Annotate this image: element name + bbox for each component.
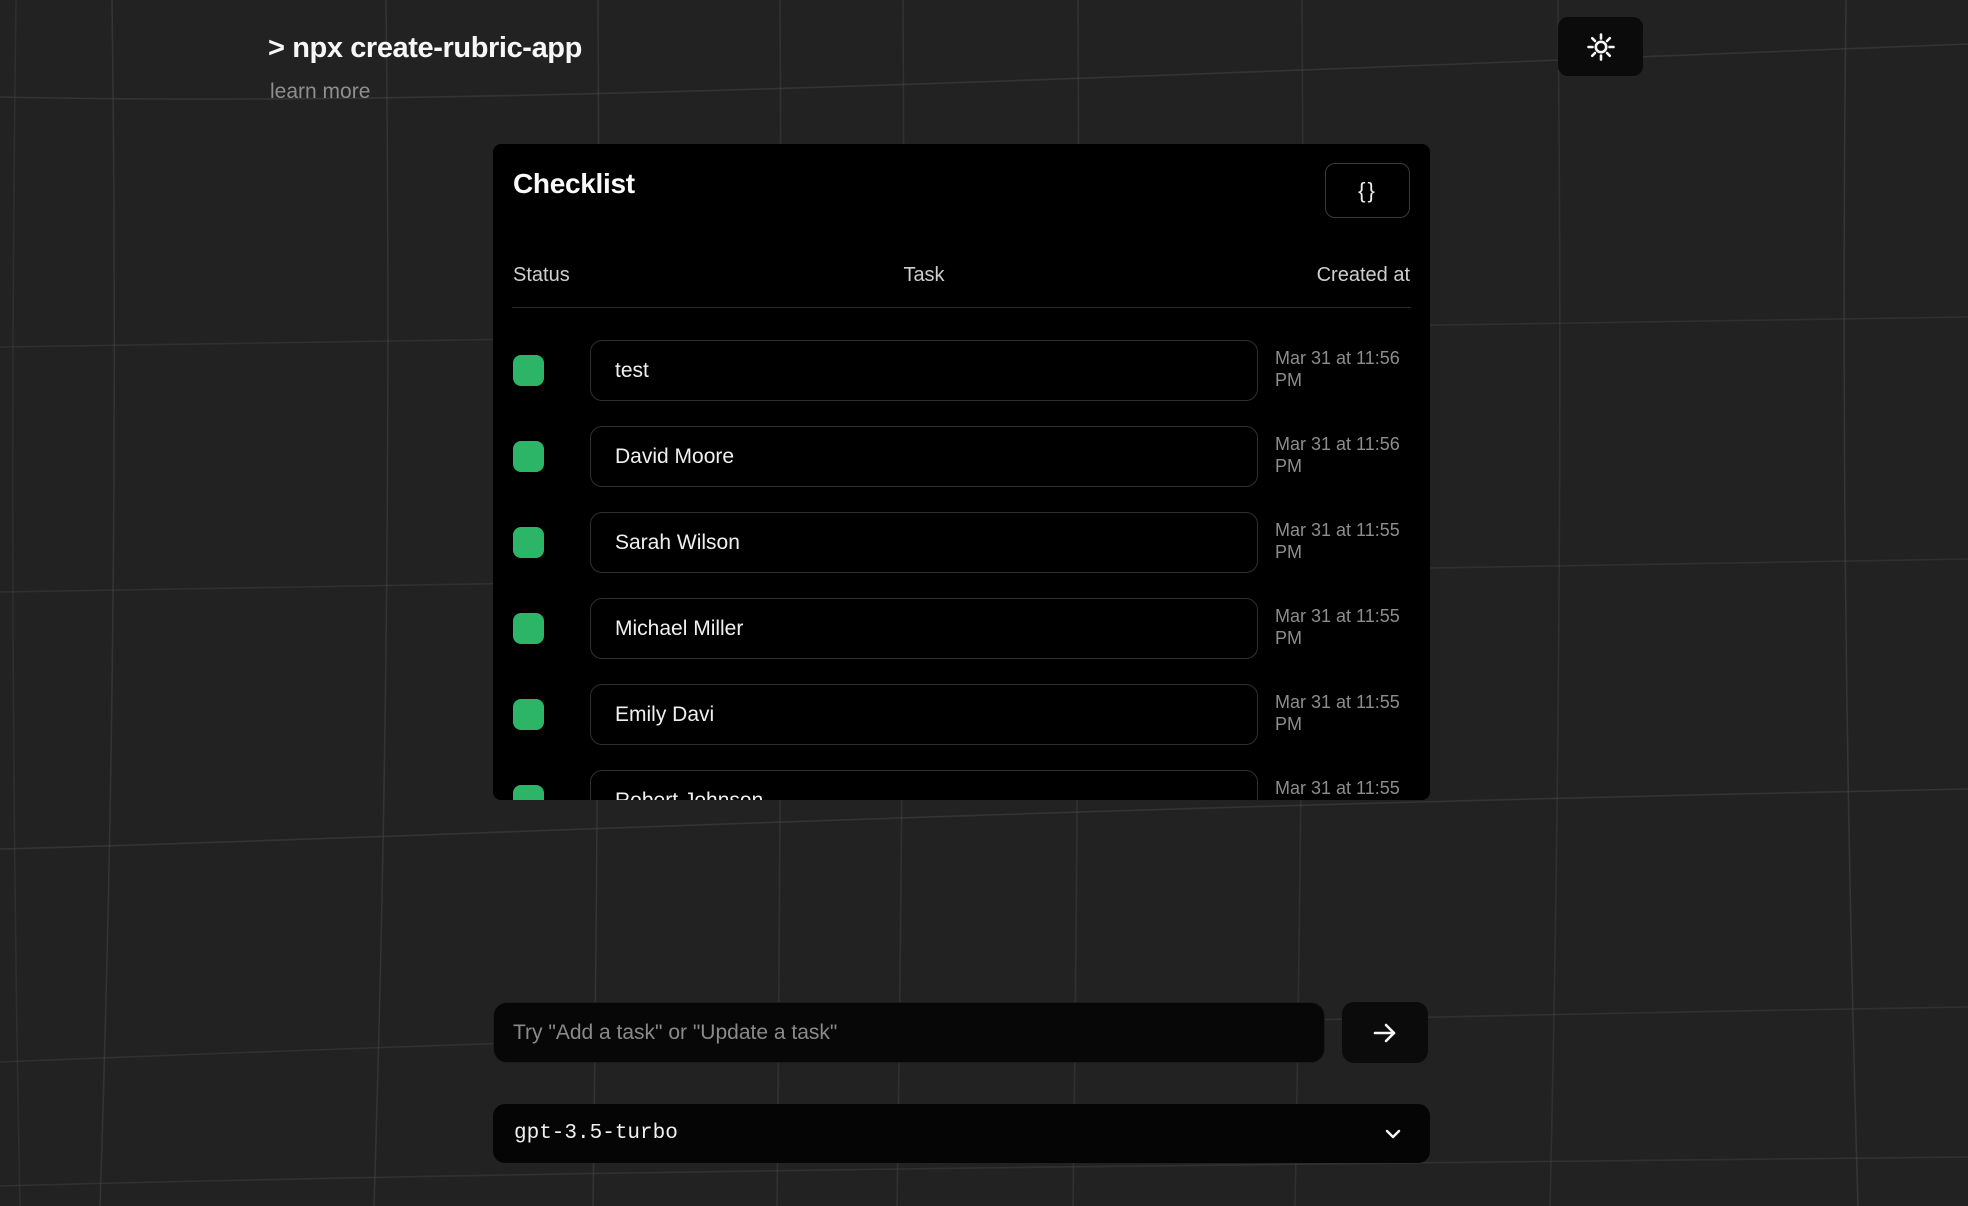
model-select[interactable]: gpt-3.5-turbo [493,1104,1430,1163]
task-name-input[interactable] [590,426,1258,487]
app-root: > npx create-rubric-app learn more Check… [0,0,1968,1206]
checklist-title: Checklist [513,168,635,200]
task-checkbox[interactable] [513,785,544,800]
sun-icon [1585,31,1617,63]
task-row: Mar 31 at 11:56 PM [493,340,1430,401]
column-header-task: Task [590,264,1258,287]
task-row: Mar 31 at 11:55 PM [493,512,1430,573]
json-view-button[interactable]: {} [1325,163,1410,218]
task-row: Mar 31 at 11:55 PM [493,684,1430,745]
task-rows: Mar 31 at 11:56 PM Mar 31 at 11:56 PM Ma… [493,340,1430,800]
app-title: > npx create-rubric-app [268,32,582,65]
task-created-at: Mar 31 at 11:56 PM [1275,348,1417,391]
task-checkbox[interactable] [513,527,544,558]
task-checkbox[interactable] [513,355,544,386]
checklist-card: Checklist {} Status Task Created at Mar … [493,144,1430,800]
chevron-down-icon [1382,1123,1404,1145]
arrow-right-icon [1370,1018,1400,1048]
task-row: Mar 31 at 11:55 PM [493,598,1430,659]
task-row: Mar 31 at 11:55 PM [493,770,1430,800]
submit-button[interactable] [1342,1002,1428,1063]
header-divider [512,307,1411,308]
task-checkbox[interactable] [513,613,544,644]
task-name-input[interactable] [590,340,1258,401]
task-created-at: Mar 31 at 11:55 PM [1275,520,1417,563]
task-name-input[interactable] [590,512,1258,573]
task-name-input[interactable] [590,598,1258,659]
task-command-input[interactable] [493,1002,1325,1063]
task-name-input[interactable] [590,770,1258,800]
task-row: Mar 31 at 11:56 PM [493,426,1430,487]
task-checkbox[interactable] [513,699,544,730]
task-created-at: Mar 31 at 11:56 PM [1275,434,1417,477]
column-header-created-at: Created at [1317,264,1410,287]
task-checkbox[interactable] [513,441,544,472]
task-created-at: Mar 31 at 11:55 PM [1275,778,1417,800]
task-name-input[interactable] [590,684,1258,745]
learn-more-link[interactable]: learn more [270,80,370,104]
model-select-value: gpt-3.5-turbo [514,1122,678,1145]
theme-toggle-button[interactable] [1558,17,1643,76]
column-header-status: Status [513,264,570,287]
task-created-at: Mar 31 at 11:55 PM [1275,692,1417,735]
task-created-at: Mar 31 at 11:55 PM [1275,606,1417,649]
